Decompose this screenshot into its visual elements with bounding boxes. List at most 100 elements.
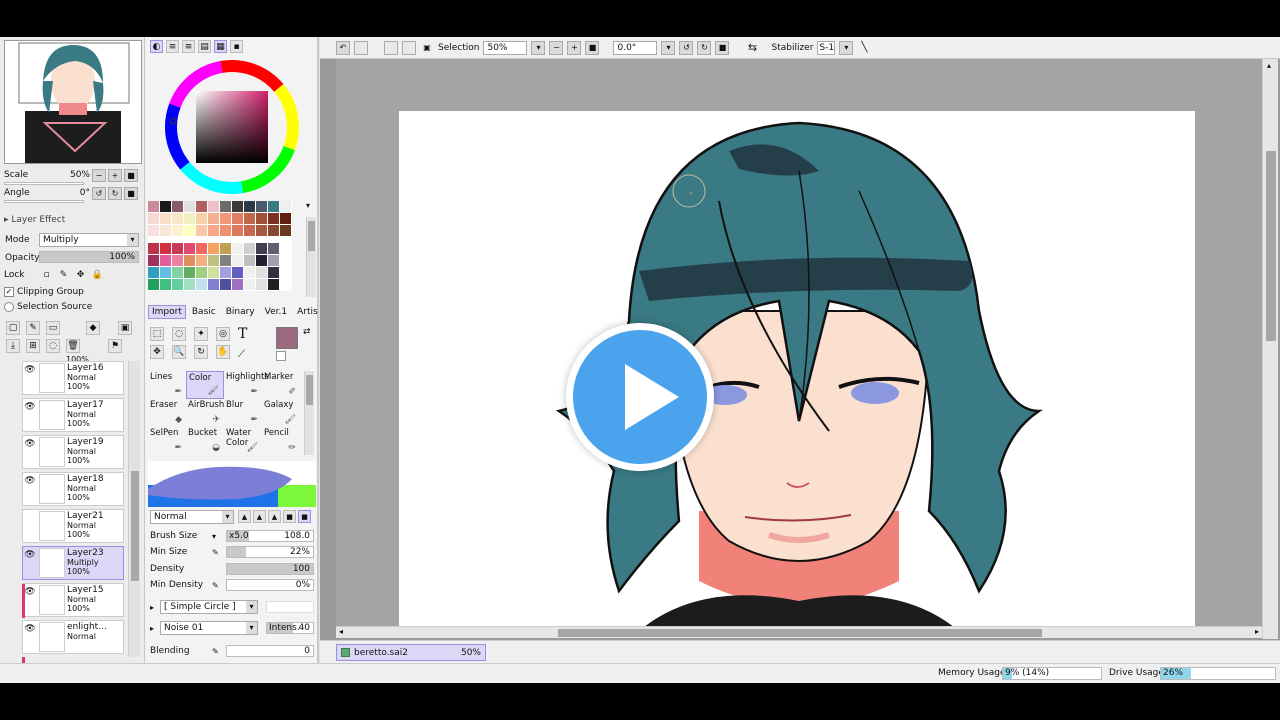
color-swatch[interactable]	[280, 267, 292, 279]
color-swatch[interactable]	[208, 213, 220, 225]
rotate-tool-icon[interactable]: ↻	[194, 345, 208, 359]
color-swatch[interactable]	[256, 267, 268, 279]
lock-all-icon[interactable]: 🔒	[91, 269, 104, 281]
color-swatch[interactable]	[196, 225, 208, 237]
color-swatch[interactable]	[208, 255, 220, 267]
min-density-slider[interactable]: 0%	[226, 579, 314, 591]
color-swatch[interactable]	[160, 243, 172, 255]
scroll-right-icon[interactable]: ▸	[1255, 627, 1259, 636]
navigator-preview[interactable]	[4, 40, 142, 164]
color-swatch[interactable]	[208, 225, 220, 237]
selection-source-row[interactable]: Selection Source	[4, 299, 92, 315]
color-swatch[interactable]	[256, 225, 268, 237]
color-swatch[interactable]	[172, 243, 184, 255]
brush-tool-button[interactable]: Water Color 🖌	[224, 427, 262, 455]
color-swatch[interactable]	[148, 225, 160, 237]
canvas-horizontal-thumb[interactable]	[558, 629, 1042, 637]
layer-row[interactable]: 👁 Layer18 Normal 100%	[22, 472, 124, 506]
color-swatch[interactable]	[160, 213, 172, 225]
shape-medium-icon[interactable]: ▲	[253, 510, 266, 523]
hsv-slider-tab-icon[interactable]: ≡	[182, 40, 195, 53]
layer-row[interactable]: 👁 Layer23 Multiply 100%	[22, 546, 124, 580]
magic-wand-icon[interactable]: ✦	[194, 327, 208, 341]
rotate-cw-button[interactable]: ↻	[697, 40, 712, 55]
color-swatch[interactable]	[256, 255, 268, 267]
shape-flat-icon[interactable]: ■	[298, 510, 311, 523]
color-swatch[interactable]	[184, 255, 196, 267]
layer-mask-icon[interactable]: ◆	[86, 321, 100, 335]
brush-set-tab[interactable]: Basic	[188, 305, 220, 319]
color-swatch[interactable]	[220, 243, 232, 255]
color-swatches[interactable]	[148, 201, 306, 291]
color-swatch[interactable]	[184, 213, 196, 225]
color-swatch[interactable]	[244, 201, 256, 213]
text-tool-icon[interactable]: T	[238, 326, 247, 342]
color-swatch[interactable]	[160, 201, 172, 213]
color-swatch[interactable]	[148, 243, 160, 255]
color-swatch[interactable]	[280, 225, 292, 237]
visibility-eye-icon[interactable]: 👁	[23, 547, 37, 579]
color-swatch[interactable]	[280, 213, 292, 225]
hand-tool-icon[interactable]: ✋	[216, 345, 230, 359]
layer-row[interactable]: 👁 Layer15 Normal 100%	[22, 583, 124, 617]
color-swatch[interactable]	[160, 255, 172, 267]
angle-slider[interactable]	[4, 200, 84, 203]
color-swatch[interactable]	[148, 279, 160, 291]
color-swatch[interactable]	[268, 225, 280, 237]
layer-row[interactable]: 👁 Layer19 Normal 100%	[22, 435, 124, 469]
canvas-vertical-thumb[interactable]	[1266, 151, 1276, 341]
zoom-reset-button[interactable]: ■	[124, 168, 138, 182]
color-swatch[interactable]	[160, 279, 172, 291]
color-swatch[interactable]	[220, 201, 232, 213]
color-swatch[interactable]	[244, 243, 256, 255]
scroll-left-icon[interactable]: ◂	[339, 627, 343, 636]
visibility-eye-icon[interactable]	[23, 510, 37, 542]
rect-select-icon[interactable]: ⬚	[150, 327, 164, 341]
color-swatch[interactable]	[172, 255, 184, 267]
color-swatch[interactable]	[196, 243, 208, 255]
shape-sharp-icon[interactable]: ▲	[238, 510, 251, 523]
undo-button[interactable]: ↶	[336, 40, 350, 55]
toolbar-zoom-in-button[interactable]: +	[567, 40, 582, 55]
color-swatch[interactable]	[184, 225, 196, 237]
primary-color-swatch[interactable]	[276, 327, 298, 349]
zoom-out-button[interactable]: −	[92, 168, 106, 182]
toolbar-zoom-reset-button[interactable]: ■	[585, 40, 600, 55]
visibility-eye-icon[interactable]: 👁	[23, 362, 37, 394]
canvas-vertical-scrollbar[interactable]: ▴	[1262, 59, 1278, 639]
color-swatch[interactable]	[232, 243, 244, 255]
transparent-color-swatch[interactable]	[276, 351, 286, 361]
texture-intensity-slider[interactable]: Intens. 40	[266, 622, 314, 634]
canvas-horizontal-scrollbar[interactable]: ◂ ▸	[336, 626, 1262, 638]
brush-texture-select[interactable]: Noise 01	[160, 621, 258, 635]
swap-colors-icon[interactable]: ⇄	[303, 327, 311, 337]
min-density-pressure-icon[interactable]: ✎	[212, 581, 226, 590]
brush-tool-button[interactable]: SelPen ✒	[148, 427, 186, 455]
color-swatch[interactable]	[148, 213, 160, 225]
color-wheel[interactable]	[164, 59, 300, 195]
color-swatch[interactable]	[244, 279, 256, 291]
brush-tool-button[interactable]: Marker ✐	[262, 371, 300, 399]
rotate-reset-button[interactable]: ■	[124, 186, 138, 200]
color-swatch[interactable]	[268, 279, 280, 291]
brush-set-tab[interactable]: Ver.1	[261, 305, 291, 319]
color-swatch[interactable]	[268, 201, 280, 213]
layer-scrollbar-thumb[interactable]	[131, 471, 139, 581]
color-swatch[interactable]	[220, 225, 232, 237]
layer-scrollbar[interactable]	[128, 361, 140, 657]
color-swatch[interactable]	[268, 243, 280, 255]
color-swatch[interactable]	[208, 201, 220, 213]
color-swatch[interactable]	[160, 267, 172, 279]
transfer-down-icon[interactable]: ⤓	[6, 339, 20, 353]
toolbar-zoom-out-button[interactable]: −	[549, 40, 564, 55]
new-linework-layer-icon[interactable]: ✎	[26, 321, 40, 335]
rgb-slider-tab-icon[interactable]: ≡	[166, 40, 179, 53]
blend-mode-select[interactable]: Multiply	[39, 233, 139, 247]
visibility-eye-icon[interactable]: 👁	[23, 584, 37, 616]
layer-settings-icon[interactable]: ▣	[118, 321, 132, 335]
redo-button[interactable]	[354, 40, 368, 55]
color-swatch[interactable]	[256, 201, 268, 213]
color-swatch[interactable]	[232, 225, 244, 237]
scroll-up-icon[interactable]: ▴	[1267, 61, 1271, 70]
visibility-eye-icon[interactable]: 👁	[23, 436, 37, 468]
